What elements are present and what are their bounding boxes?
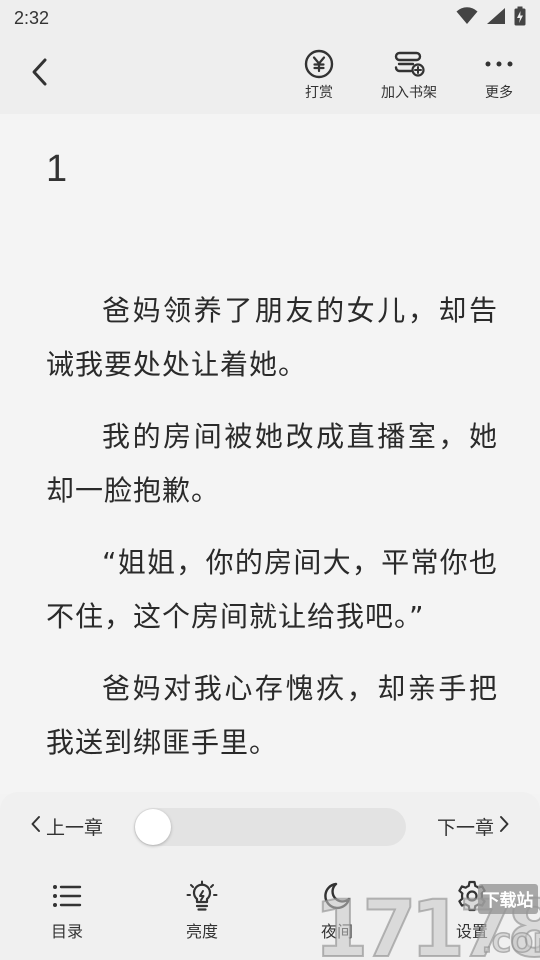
paragraph: 爸妈领养了朋友的女儿，却告诫我要处处让着她。: [46, 294, 498, 381]
gear-icon: [456, 878, 488, 914]
settings-label: 设置: [455, 922, 488, 941]
add-to-shelf-button[interactable]: 加入书架: [369, 48, 449, 106]
top-nav: 打赏 加入书架 更多: [0, 36, 540, 114]
brightness-bulb-icon: [186, 878, 218, 914]
reward-label: 打赏: [305, 85, 333, 101]
reader-toolbar: 目录 亮度 夜间 设置: [0, 878, 540, 948]
wifi-icon: [456, 7, 478, 29]
yen-coin-icon: [304, 48, 334, 80]
chapter-navigation: 上一章 下一章: [0, 804, 540, 848]
brightness-label: 亮度: [185, 922, 218, 941]
next-chapter-label: 下一章: [436, 816, 494, 839]
toc-label: 目录: [50, 922, 83, 941]
chapter-progress-slider[interactable]: [134, 808, 406, 846]
reader-control-panel: 上一章 下一章 目录 亮度 夜间 设置: [0, 792, 540, 960]
progress-slider-handle[interactable]: [135, 809, 171, 845]
add-to-shelf-label: 加入书架: [381, 85, 437, 101]
paragraph: “姐姐，你的房间大，平常你也不住，这个房间就让给我吧。”: [46, 546, 498, 633]
reward-button[interactable]: 打赏: [279, 48, 359, 106]
signal-icon: [486, 7, 506, 29]
night-mode-button[interactable]: 夜间: [292, 878, 382, 944]
moon-icon: [322, 878, 352, 914]
prev-chapter-button[interactable]: 上一章: [30, 810, 103, 842]
status-icons: [456, 6, 526, 30]
night-mode-label: 夜间: [320, 922, 353, 941]
paragraph: 我的房间被她改成直播室，她却一脸抱歉。: [46, 420, 498, 507]
reading-area[interactable]: 1 爸妈领养了朋友的女儿，却告诫我要处处让着她。 我的房间被她改成直播室，她却一…: [0, 114, 540, 794]
brightness-button[interactable]: 亮度: [157, 878, 247, 944]
add-to-shelf-icon: [393, 48, 425, 80]
paragraph: 爸妈对我心存愧疚，却亲手把我送到绑匪手里。: [46, 672, 498, 759]
more-label: 更多: [485, 85, 513, 101]
chapter-text: 爸妈领养了朋友的女儿，却告诫我要处处让着她。 我的房间被她改成直播室，她却一脸抱…: [46, 284, 498, 788]
status-bar: 2:32: [0, 0, 540, 36]
chevron-left-icon: [30, 815, 42, 838]
list-icon: [52, 878, 82, 914]
settings-button[interactable]: 设置: [427, 878, 517, 944]
toc-button[interactable]: 目录: [22, 878, 112, 944]
next-chapter-button[interactable]: 下一章: [437, 810, 510, 842]
prev-chapter-label: 上一章: [46, 816, 104, 839]
chevron-left-icon: [30, 57, 50, 91]
back-button[interactable]: [24, 56, 56, 92]
chevron-right-icon: [498, 815, 510, 838]
more-button[interactable]: 更多: [459, 48, 539, 106]
status-time: 2:32: [14, 7, 50, 28]
battery-charging-icon: [514, 6, 526, 30]
chapter-title: 1: [46, 148, 68, 190]
more-dots-icon: [484, 48, 514, 80]
